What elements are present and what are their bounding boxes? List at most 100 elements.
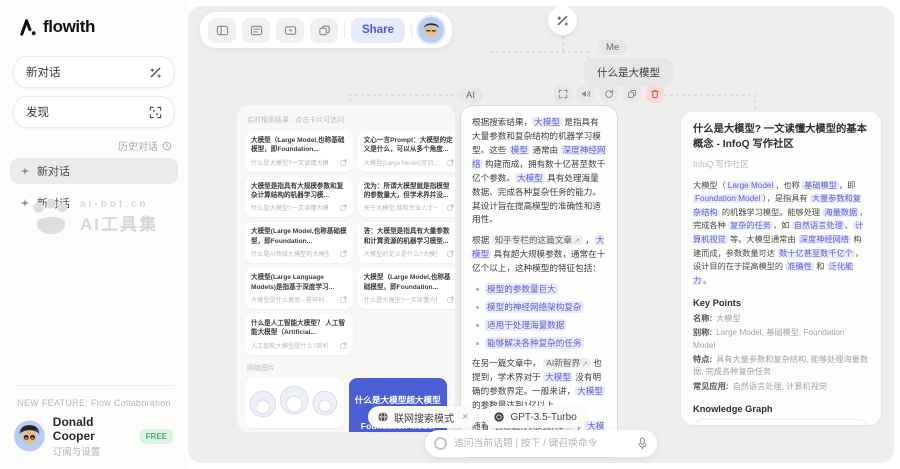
chat-input[interactable] [454, 438, 630, 449]
ai-label: AI [458, 88, 483, 103]
history-item-1[interactable]: 新对话 [10, 158, 178, 184]
me-label: Me [598, 40, 627, 55]
search-result-card[interactable]: 文心一言Prompt：大模型的定义是什么，可以从多个角度... 大模型(Larg… [358, 131, 455, 172]
copy-icon [627, 89, 637, 99]
card-source: 人工智能大模型是什么?简析... [251, 341, 329, 350]
web-search-mode-pill[interactable]: 联网搜索模式 × [368, 406, 477, 428]
avatar-image [418, 17, 444, 43]
card-source: 什么是大模型?一文读懂大模... [251, 158, 329, 167]
regenerate-button[interactable] [600, 85, 618, 103]
external-link-icon [447, 204, 454, 211]
bullet-item: 模型的参数量巨大 [476, 283, 606, 295]
mic-icon[interactable] [637, 437, 648, 450]
external-link-icon [340, 342, 347, 349]
search-results-header: 实时搜索结果 · 点击卡片可追问 [247, 115, 447, 125]
search-result-card[interactable]: 大模型(Large Language Models)是指基于深度学习... 大模… [245, 268, 353, 309]
search-results-grid: 大模型（Large Model,也称基础模型，即Foundation... 什么… [245, 131, 447, 355]
bullet-text: 模型的神经网络架构复杂 [485, 301, 584, 313]
key-point-label: 常见应用: [693, 382, 728, 391]
ai-paragraph-2: 根据 知乎专栏的这篇文章↗ ，大模型 具有超大规模参数，通常在十亿个以上，这种模… [472, 234, 606, 276]
source-detail-panel[interactable]: 什么是大模型? 一文读懂大模型的基本概念 - InfoQ 写作社区 InfoQ … [681, 112, 881, 425]
key-point-row: 别称:Large Model, 基础模型, Foundation Model [693, 327, 869, 352]
bullet-dot [476, 324, 479, 327]
web-images-header: 网络图片 [247, 363, 447, 373]
knowledge-graph-heading: Knowledge Graph [693, 404, 869, 414]
delete-button[interactable] [646, 85, 664, 103]
user-avatar [14, 419, 45, 453]
ai-paragraph-1: 根据搜索结果，大模型 是指具有大量参数和复杂结构的机器学习模型。这些 模型 通常… [472, 116, 606, 227]
list-icon [250, 24, 263, 37]
search-result-card[interactable]: 答：大模型是指具有大量参数和计算资源的机器学习模型... 大模型的定义是什么?大… [358, 222, 455, 263]
card-title: 大模型（Large Model,也称基础模型，即Foundation... [251, 136, 347, 155]
card-source: 大模型是什么意思 - 星环科... [251, 295, 329, 304]
presentation-button[interactable] [276, 18, 304, 43]
flow-canvas[interactable]: Share Me 什么是大模型 AI [188, 6, 894, 463]
search-result-card[interactable]: 沈为：所谓大模型就是指模型的参数量大，但学术界并没... 关于大模型,我和专业人… [358, 177, 455, 218]
card-source: 什么是AI领域大模型的大模型?... [251, 249, 329, 258]
bullet-text: 能够解决各种复杂的任务 [485, 337, 584, 349]
paw-icon [30, 198, 72, 236]
knowledge-graph-svg [694, 420, 868, 425]
toolbar-avatar[interactable] [418, 17, 444, 43]
search-result-card[interactable]: 什么是人工智能大模型？ 人工智能大模型（Artificial... 人工智能大模… [245, 314, 353, 355]
scan-icon [149, 106, 162, 119]
user-account[interactable]: Donald Cooper 订阅与设置 FREE [14, 416, 174, 456]
flow-node-button[interactable] [548, 6, 577, 35]
external-link-icon [447, 296, 454, 303]
search-result-card[interactable]: 大模型（Large Model,也称基础模型，即Foundation... 什么… [245, 131, 353, 172]
user-message-bubble[interactable]: 什么是大模型 [584, 58, 673, 87]
card-title: 大模型(Large Language Models)是指基于深度学习... [251, 273, 347, 292]
card-title: 大模型(Large Model,也称基础模型，即Foundation... [251, 227, 347, 246]
notes-list-button[interactable] [242, 18, 270, 43]
close-web-mode-icon[interactable]: × [462, 411, 468, 423]
card-source-row: 什么是AI领域大模型的大模型?... [251, 249, 347, 258]
search-result-card[interactable]: 大模型是指具有大规模参数和复杂计算结构的机器学习模... 什么是大模型?一文读懂… [245, 177, 353, 218]
bullet-item: 能够解决各种复杂的任务 [476, 337, 606, 349]
bullet-dot [476, 288, 479, 291]
card-title: 沈为：所谓大模型就是指模型的参数量大，但学术界并没... [364, 182, 454, 201]
toggle-sidebar-button[interactable] [208, 18, 236, 43]
plan-badge: FREE [139, 429, 174, 444]
toolbar-divider [344, 22, 345, 38]
chat-input-bar[interactable] [425, 430, 657, 457]
ai-bullet-list: 模型的参数量巨大 模型的神经网络架构复杂 适用于处理海量数据 能 [476, 283, 606, 349]
source-title: 什么是大模型? 一文读懂大模型的基本概念 - InfoQ 写作社区 [693, 123, 869, 153]
new-chat-button[interactable]: 新对话 [13, 56, 175, 88]
history-item-label: 新对话 [37, 163, 70, 179]
speak-button[interactable] [577, 85, 595, 103]
globe-icon [377, 411, 389, 423]
card-source-row: 什么是大模型?一文读懂大模... [251, 203, 347, 212]
search-result-card[interactable]: 大模型(Large Model,也称基础模型，即Foundation... 什么… [245, 222, 353, 263]
model-icon [493, 411, 505, 423]
external-link-icon [447, 250, 454, 257]
key-point-value: 大模型 [716, 314, 741, 323]
feature-note: NEW FEATURE: Flow Collaboration [0, 398, 188, 408]
key-point-label: 名称: [693, 314, 712, 323]
bullet-text: 适用于处理海量数据 [485, 319, 566, 331]
record-circle-icon[interactable] [434, 437, 447, 450]
card-source: 什么是大模型?一文读懂大模... [364, 295, 438, 304]
expand-button[interactable] [554, 85, 572, 103]
card-title: 大模型（Large Model,也称基础模型，即Foundation... [364, 273, 454, 292]
key-point-label: 特点: [693, 355, 712, 364]
search-result-card[interactable]: 大模型（Large Model,也称基础模型，即Foundation... 什么… [358, 268, 455, 309]
sidebar-divider [14, 385, 174, 386]
card-source-row: 什么是大模型?一文读懂大模... [251, 158, 347, 167]
copy-message-button[interactable] [623, 85, 641, 103]
app-title: flowith [43, 17, 95, 37]
web-image-diagram[interactable] [245, 378, 344, 428]
discover-button[interactable]: 发现 [13, 96, 175, 128]
card-source: 大模型(Large Model)常识... [364, 158, 438, 167]
duplicate-button[interactable] [310, 18, 338, 43]
input-mode-pills: 联网搜索模式 × GPT-3.5-Turbo [368, 406, 586, 428]
watermark-line2: AI工具集 [80, 210, 158, 235]
card-title: 文心一言Prompt：大模型的定义是什么，可以从多个角度... [364, 136, 454, 155]
model-selector-pill[interactable]: GPT-3.5-Turbo [484, 406, 585, 428]
bullet-text: 模型的参数量巨大 [485, 283, 558, 295]
refresh-icon [604, 89, 614, 99]
card-title: 答：大模型是指具有大量参数和计算资源的机器学习模型... [364, 227, 454, 246]
share-button[interactable]: Share [351, 18, 405, 43]
card-source-row: 什么是大模型?一文读懂大模... [364, 295, 454, 304]
external-link-icon [447, 159, 454, 166]
knowledge-graph-box[interactable]: Click to View [693, 419, 869, 425]
